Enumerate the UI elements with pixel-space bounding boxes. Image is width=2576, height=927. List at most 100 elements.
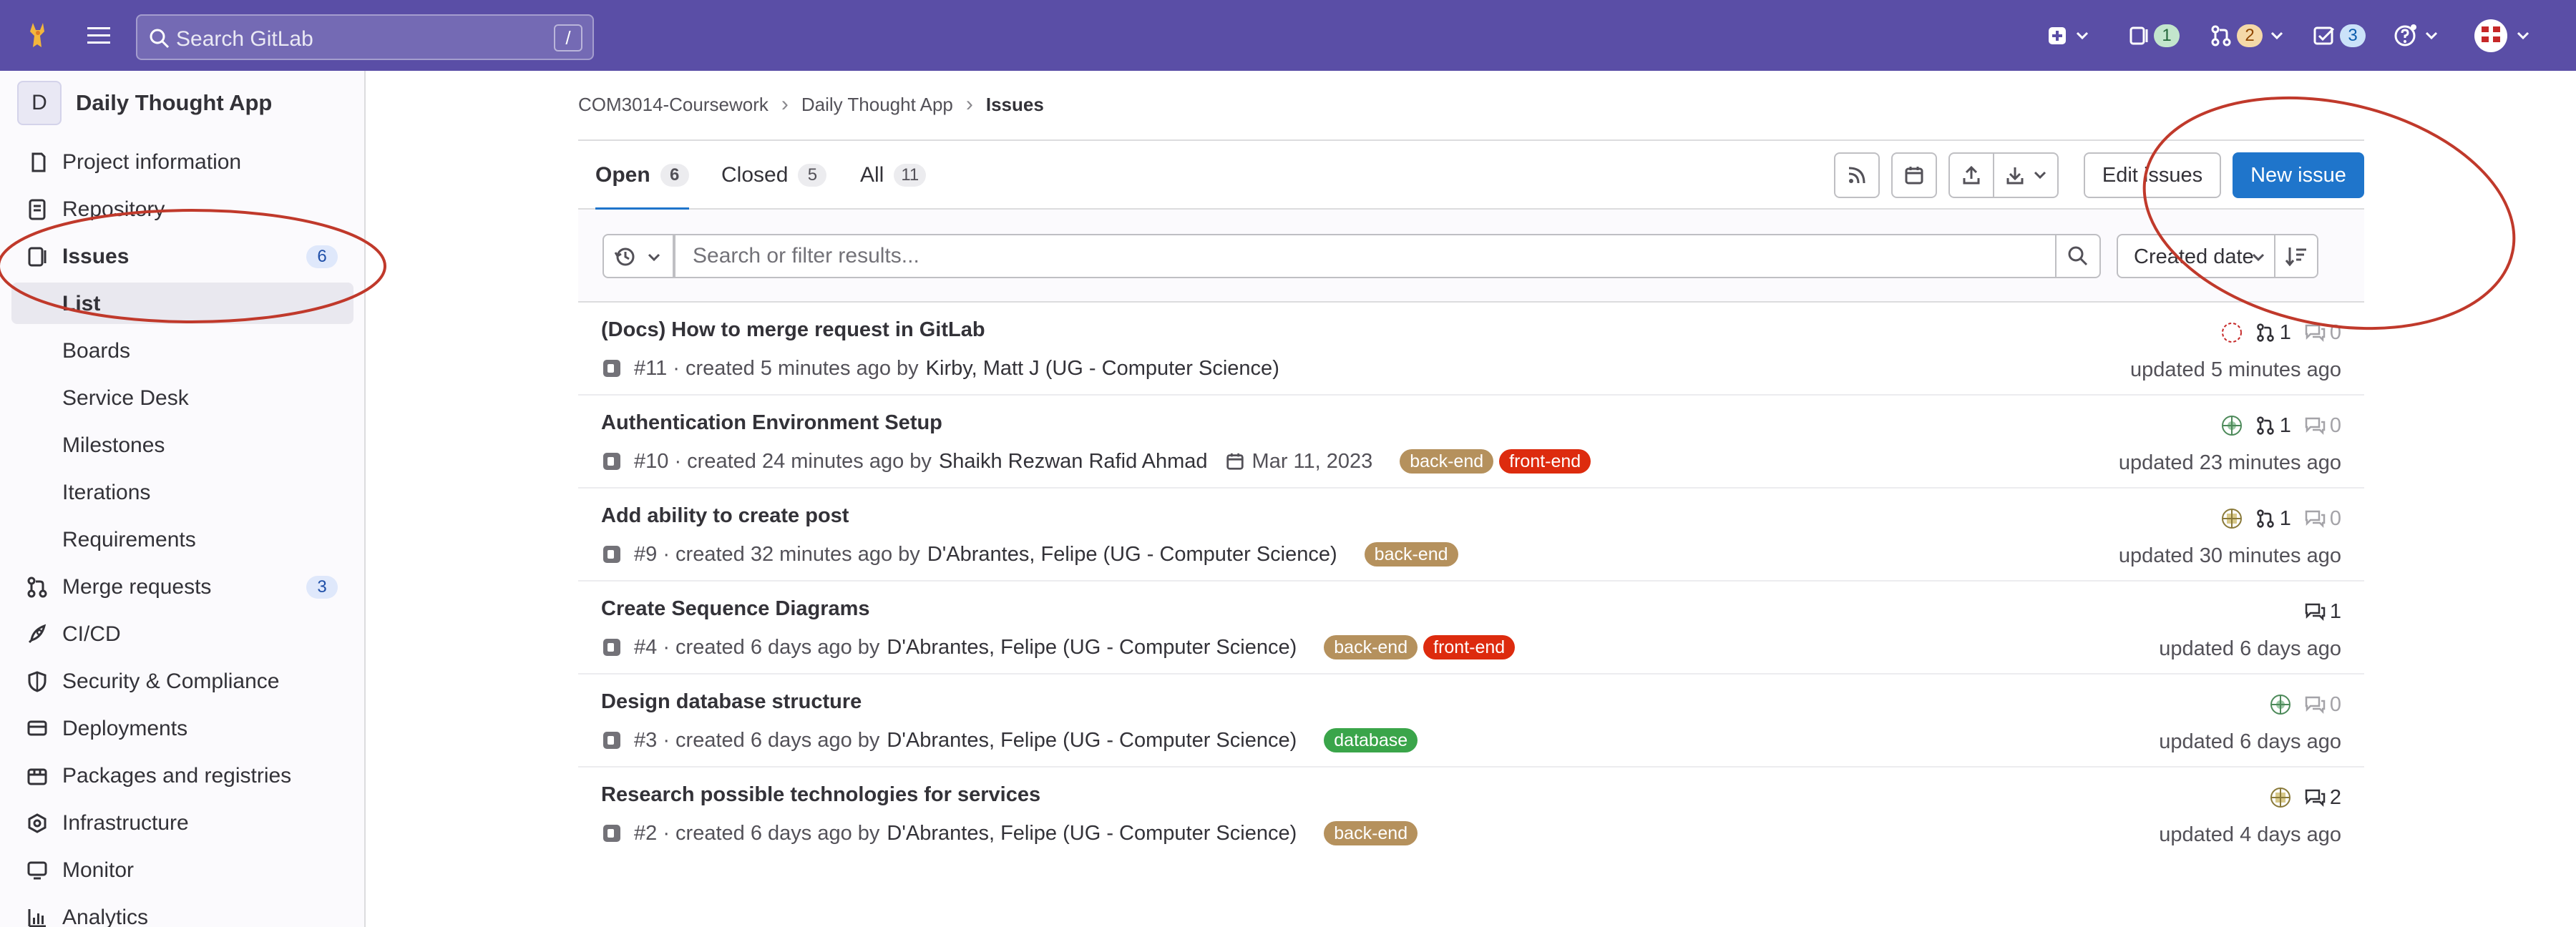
issue-author-link[interactable]: D'Abrantes, Felipe (UG - Computer Scienc… bbox=[887, 636, 1297, 659]
sidebar-item-monitor[interactable]: Monitor bbox=[11, 849, 353, 891]
user-avatar bbox=[2474, 19, 2507, 52]
issue-stats: 0 bbox=[2270, 690, 2341, 719]
sidebar-item-service-desk[interactable]: Service Desk bbox=[11, 377, 353, 418]
label-back-end[interactable]: back-end bbox=[1364, 542, 1458, 566]
issue-title[interactable]: Add ability to create post bbox=[601, 504, 849, 528]
recent-searches-dropdown[interactable] bbox=[602, 234, 674, 278]
sidebar-item-analytics[interactable]: Analytics bbox=[11, 896, 353, 927]
global-search-input[interactable]: Search GitLab / bbox=[136, 14, 594, 60]
export-issues-dropdown[interactable] bbox=[1993, 152, 2059, 198]
monitor-icon bbox=[27, 861, 47, 880]
calendar-feed-button[interactable] bbox=[1891, 152, 1937, 198]
sidebar-item-issues[interactable]: Issues 6 bbox=[11, 235, 353, 277]
mr-count: 1 bbox=[2279, 320, 2291, 344]
issue-stats: 1 bbox=[2291, 597, 2341, 626]
sidebar-item-boards[interactable]: Boards bbox=[11, 330, 353, 371]
tab-closed[interactable]: Closed 5 bbox=[721, 141, 827, 210]
issue-title[interactable]: Create Sequence Diagrams bbox=[601, 597, 870, 621]
tab-all[interactable]: All 11 bbox=[860, 141, 927, 210]
help-dropdown[interactable] bbox=[2393, 17, 2439, 54]
sort-direction-button[interactable] bbox=[2274, 234, 2318, 278]
sidebar-item-security-compliance[interactable]: Security & Compliance bbox=[11, 660, 353, 702]
assignee-avatar[interactable] bbox=[2221, 508, 2243, 529]
breadcrumb-group-link[interactable]: COM3014-Coursework bbox=[578, 94, 769, 116]
sidebar-item-packages-registries[interactable]: Packages and registries bbox=[11, 755, 353, 796]
comments-icon bbox=[2305, 417, 2326, 436]
sidebar-item-milestones[interactable]: Milestones bbox=[11, 424, 353, 466]
issue-author-link[interactable]: Kirby, Matt J (UG - Computer Science) bbox=[926, 357, 1279, 381]
hamburger-menu-icon[interactable] bbox=[84, 23, 113, 49]
assignee-avatar[interactable] bbox=[2221, 322, 2243, 343]
tab-open[interactable]: Open 6 bbox=[595, 141, 689, 211]
sidebar-item-label: Iterations bbox=[62, 481, 151, 504]
chevron-right-icon: › bbox=[965, 92, 973, 116]
filter-search-input[interactable] bbox=[675, 235, 2055, 277]
rss-feed-button[interactable] bbox=[1834, 152, 1880, 198]
sidebar-item-label: Monitor bbox=[62, 858, 135, 882]
gitlab-logo-icon[interactable] bbox=[21, 19, 54, 52]
issue-row[interactable]: Research possible technologies for servi… bbox=[578, 767, 2364, 860]
label-front-end[interactable]: front-end bbox=[1423, 635, 1516, 659]
label-back-end[interactable]: back-end bbox=[1400, 449, 1494, 474]
sidebar-item-merge-requests[interactable]: Merge requests 3 bbox=[11, 566, 353, 607]
label-database[interactable]: database bbox=[1324, 728, 1418, 752]
issue-labels: database bbox=[1318, 728, 1418, 752]
project-header[interactable]: D Daily Thought App bbox=[17, 81, 272, 125]
new-issue-button[interactable]: New issue bbox=[2233, 152, 2364, 198]
breadcrumb-project-link[interactable]: Daily Thought App bbox=[801, 94, 953, 116]
chevron-down-icon bbox=[2270, 31, 2283, 40]
filter-search-button[interactable] bbox=[2055, 234, 2101, 278]
label-front-end[interactable]: front-end bbox=[1499, 449, 1591, 474]
download-icon bbox=[2006, 167, 2024, 185]
label-back-end[interactable]: back-end bbox=[1324, 821, 1418, 845]
sidebar-item-deployments[interactable]: Deployments bbox=[11, 707, 353, 749]
todos-shortcut[interactable]: 3 bbox=[2313, 17, 2366, 54]
filter-search-field[interactable] bbox=[674, 234, 2057, 278]
issue-row[interactable]: Design database structure #3 · created 6… bbox=[578, 675, 2364, 767]
sort-field-label: Created date bbox=[2134, 245, 2254, 268]
sort-field-dropdown[interactable]: Created date bbox=[2117, 234, 2275, 278]
import-issues-button[interactable] bbox=[1948, 152, 1994, 198]
issue-title[interactable]: Design database structure bbox=[601, 690, 862, 714]
issue-title[interactable]: (Docs) How to merge request in GitLab bbox=[601, 318, 985, 342]
issues-tabs-bar: Open 6 Closed 5 All 11 Edit issues New i… bbox=[578, 139, 2364, 211]
sidebar-item-repository[interactable]: Repository bbox=[11, 188, 353, 230]
sidebar-item-infrastructure[interactable]: Infrastructure bbox=[11, 802, 353, 843]
issue-author-link[interactable]: D'Abrantes, Felipe (UG - Computer Scienc… bbox=[927, 543, 1337, 566]
issue-row[interactable]: (Docs) How to merge request in GitLab #1… bbox=[578, 303, 2364, 396]
sidebar-item-project-information[interactable]: Project information bbox=[11, 141, 353, 182]
user-menu[interactable] bbox=[2473, 17, 2530, 54]
breadcrumb-current[interactable]: Issues bbox=[986, 94, 1044, 116]
issue-row[interactable]: Add ability to create post #9 · created … bbox=[578, 489, 2364, 582]
label-back-end[interactable]: back-end bbox=[1324, 635, 1418, 659]
sidebar-item-ci-cd[interactable]: CI/CD bbox=[11, 613, 353, 654]
sidebar-item-list[interactable]: List bbox=[11, 283, 353, 324]
filter-bar: Created date bbox=[578, 210, 2364, 303]
issues-shortcut[interactable]: 1 bbox=[2128, 17, 2180, 54]
issue-labels: back-end bbox=[1359, 542, 1458, 566]
comments-icon bbox=[2305, 510, 2326, 529]
sidebar-item-iterations[interactable]: Iterations bbox=[11, 471, 353, 513]
issue-created: · created 32 minutes ago by bbox=[663, 542, 920, 566]
issue-author-link[interactable]: D'Abrantes, Felipe (UG - Computer Scienc… bbox=[887, 729, 1297, 752]
issue-row[interactable]: Create Sequence Diagrams #4 · created 6 … bbox=[578, 582, 2364, 675]
tab-label: Open bbox=[595, 163, 650, 187]
edit-issues-button[interactable]: Edit issues bbox=[2084, 152, 2221, 198]
issue-author-link[interactable]: Shaikh Rezwan Rafid Ahmad bbox=[939, 450, 1208, 474]
issue-author-link[interactable]: D'Abrantes, Felipe (UG - Computer Scienc… bbox=[887, 822, 1297, 845]
issue-title[interactable]: Authentication Environment Setup bbox=[601, 411, 942, 435]
issues-count-badge: 1 bbox=[2154, 24, 2180, 47]
project-info-icon bbox=[31, 152, 46, 172]
chevron-down-icon bbox=[2425, 31, 2438, 40]
issue-type-icon bbox=[603, 639, 620, 656]
issue-title[interactable]: Research possible technologies for servi… bbox=[601, 783, 1040, 807]
issue-reference: #9 bbox=[634, 542, 658, 566]
assignee-avatar[interactable] bbox=[2270, 694, 2291, 715]
merge-requests-shortcut[interactable]: 2 bbox=[2210, 17, 2284, 54]
merge-requests-count-badge: 3 bbox=[306, 576, 338, 599]
sidebar-item-requirements[interactable]: Requirements bbox=[11, 519, 353, 560]
create-new-dropdown[interactable] bbox=[2046, 17, 2089, 54]
issue-row[interactable]: Authentication Environment Setup #10 · c… bbox=[578, 396, 2364, 489]
assignee-avatar[interactable] bbox=[2270, 787, 2291, 808]
assignee-avatar[interactable] bbox=[2221, 415, 2243, 436]
